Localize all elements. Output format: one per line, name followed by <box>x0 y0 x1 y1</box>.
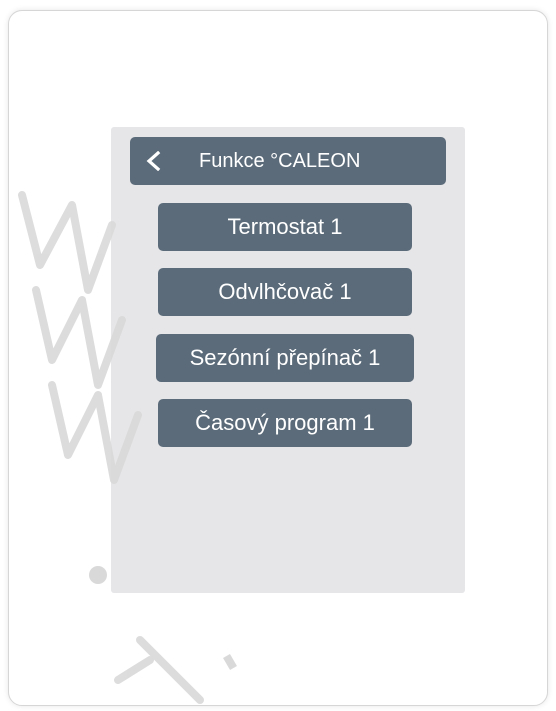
termostat-button[interactable]: Termostat 1 <box>158 203 412 251</box>
header-bar: Funkce °CALEON <box>130 137 446 185</box>
page: Funkce °CALEON Termostat 1 Odvlhčovač 1 … <box>0 0 556 711</box>
chevron-left-icon[interactable] <box>144 150 164 172</box>
page-title: Funkce °CALEON <box>199 150 361 172</box>
device-screen: Funkce °CALEON Termostat 1 Odvlhčovač 1 … <box>111 127 465 593</box>
dehumidifier-button[interactable]: Odvlhčovač 1 <box>158 268 412 316</box>
seasonal-switch-button[interactable]: Sezónní přepínač 1 <box>156 334 414 382</box>
time-program-button[interactable]: Časový program 1 <box>158 399 412 447</box>
